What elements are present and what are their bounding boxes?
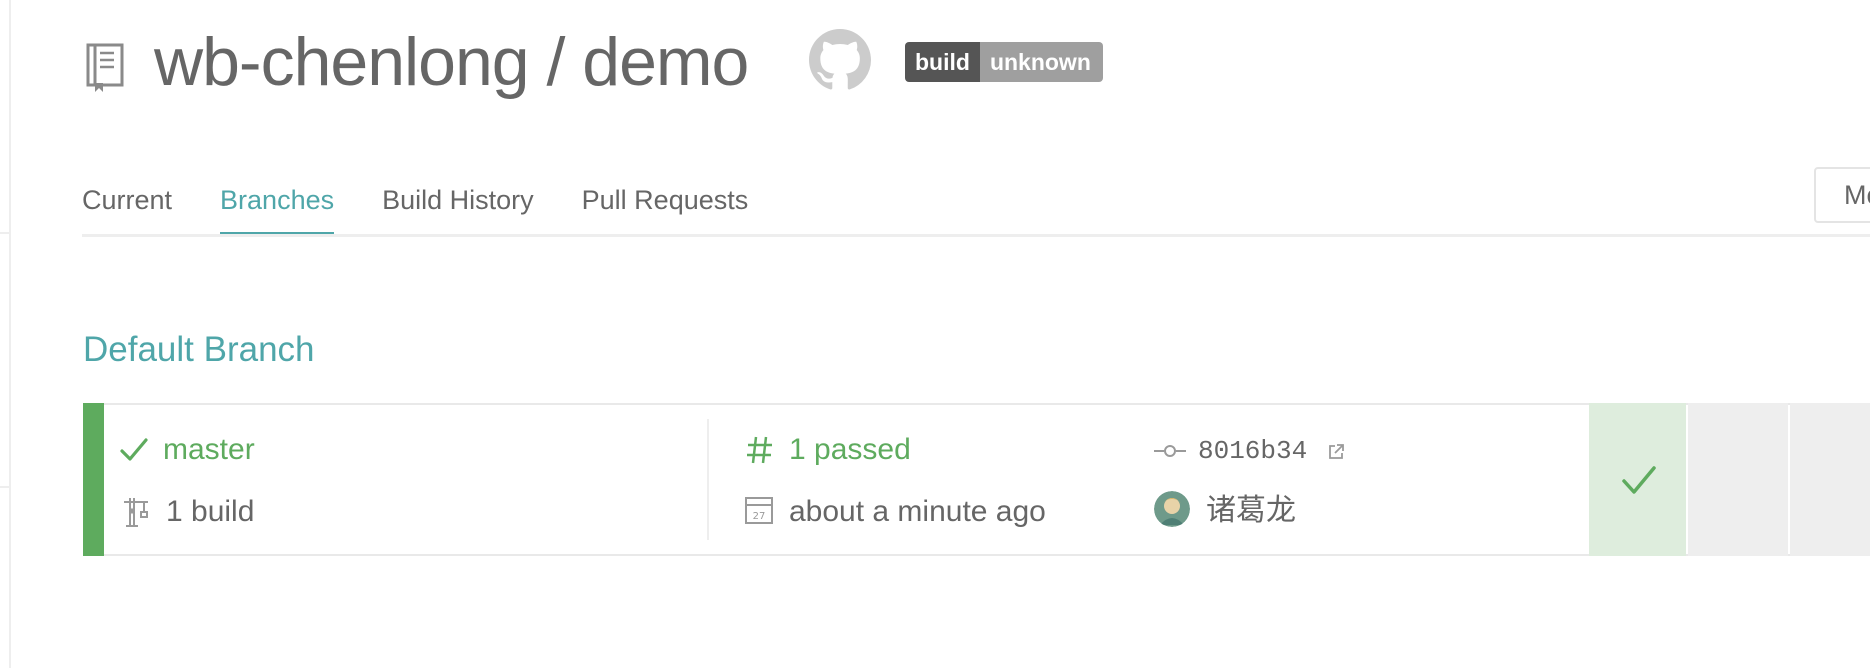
section-title: Default Branch bbox=[83, 330, 315, 369]
commit-icon bbox=[1154, 445, 1186, 457]
left-rail bbox=[9, 0, 11, 668]
last-build-tile[interactable] bbox=[1589, 403, 1686, 556]
badge-label: build bbox=[905, 42, 980, 82]
checkmark-icon bbox=[120, 438, 148, 461]
svg-text:27: 27 bbox=[753, 511, 766, 522]
repo-title[interactable]: wb-chenlong / demo bbox=[154, 18, 749, 106]
checkmark-icon bbox=[1622, 466, 1656, 494]
tab-build-history[interactable]: Build History bbox=[382, 176, 534, 224]
crane-icon bbox=[124, 498, 148, 527]
row-divider bbox=[707, 419, 709, 540]
tab-pull-requests[interactable]: Pull Requests bbox=[582, 176, 749, 224]
tabs-divider bbox=[82, 234, 1870, 237]
build-status-link[interactable]: 1 passed bbox=[789, 430, 911, 470]
commit-author: 诸葛龙 bbox=[1206, 494, 1296, 527]
build-status-badge[interactable]: build unknown bbox=[905, 42, 1103, 82]
calendar-icon: 27 bbox=[745, 497, 773, 524]
rail-marker bbox=[0, 232, 9, 234]
build-count: 1 build bbox=[166, 495, 255, 528]
empty-build-tile bbox=[1688, 403, 1788, 556]
author-avatar bbox=[1154, 491, 1190, 527]
hash-icon bbox=[747, 436, 772, 464]
status-strip bbox=[83, 403, 104, 556]
repo-book-icon bbox=[86, 43, 124, 92]
external-link-icon[interactable] bbox=[1327, 443, 1345, 461]
empty-build-tile bbox=[1790, 403, 1870, 556]
branch-row[interactable]: master 1 build 1 passed 27 about a minut… bbox=[83, 403, 1870, 556]
build-time: about a minute ago bbox=[789, 495, 1046, 528]
badge-value: unknown bbox=[979, 42, 1103, 82]
commit-sha-link[interactable]: 8016b34 bbox=[1198, 431, 1307, 471]
repo-tabs: Current Branches Build History Pull Requ… bbox=[82, 176, 796, 236]
rail-marker bbox=[0, 486, 9, 488]
github-icon[interactable] bbox=[809, 29, 871, 91]
more-options-button[interactable]: Mo bbox=[1814, 167, 1870, 223]
tab-branches[interactable]: Branches bbox=[220, 176, 335, 236]
tab-current[interactable]: Current bbox=[82, 176, 172, 224]
branch-name-link[interactable]: master bbox=[163, 430, 255, 470]
